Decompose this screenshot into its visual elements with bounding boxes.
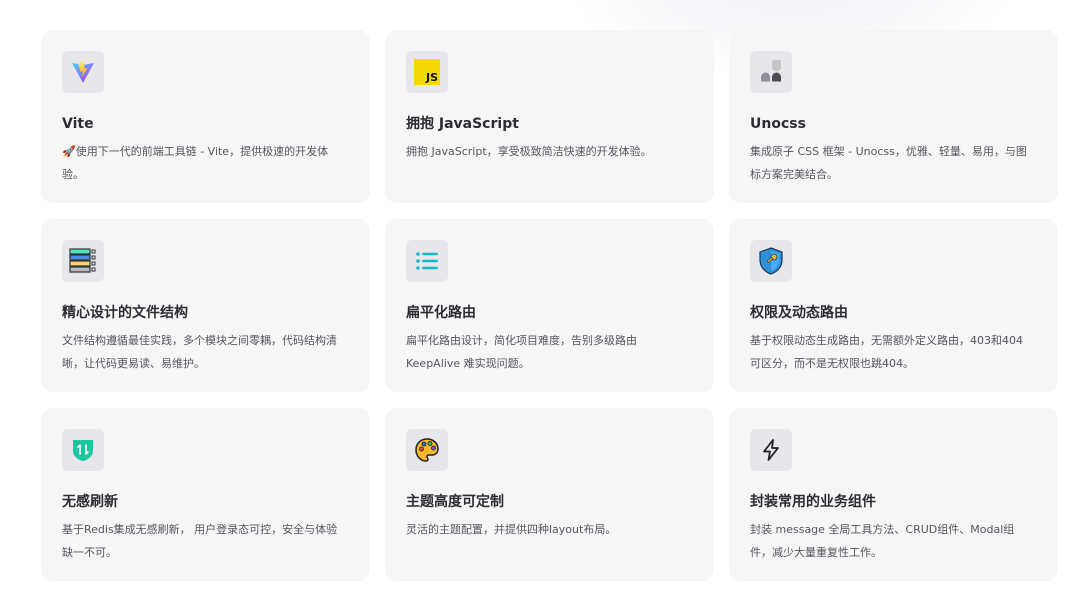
feature-title: 扁平化路由 — [406, 305, 476, 321]
js-badge: JS — [414, 59, 440, 85]
feature-description: 扁平化路由设计，简化项目难度，告别多级路由KeepAlive 难实现问题。 — [406, 334, 637, 370]
feature-description: 基于权限动态生成路由，无需额外定义路由，403和404可区分，而不是无权限也跳4… — [750, 334, 1023, 370]
feature-title: 拥抱 JavaScript — [406, 116, 519, 132]
feature-card-unocss: Unocss 集成原子 CSS 框架 - Unocss，优雅、轻量、易用，与图标… — [729, 30, 1058, 203]
feature-card-components: 封装常用的业务组件 封装 message 全局工具方法、CRUD组件、Modal… — [729, 408, 1058, 581]
feature-card-flat-routing: 扁平化路由 扁平化路由设计，简化项目难度，告别多级路由KeepAlive 难实现… — [385, 219, 714, 392]
feature-title: 精心设计的文件结构 — [62, 305, 188, 321]
vite-logo-icon — [62, 51, 104, 93]
feature-description: 🚀使用下一代的前端工具链 - Vite，提供极速的开发体验。 — [62, 145, 329, 181]
unocss-logo-icon — [750, 51, 792, 93]
lightning-icon — [750, 429, 792, 471]
list-icon — [406, 240, 448, 282]
shield-key-icon — [750, 240, 792, 282]
feature-description: 集成原子 CSS 框架 - Unocss，优雅、轻量、易用，与图标方案完美结合。 — [750, 145, 1027, 181]
feature-card-theme: 主题高度可定制 灵活的主题配置，并提供四种layout布局。 — [385, 408, 714, 581]
palette-icon — [406, 429, 448, 471]
feature-title: 无感刷新 — [62, 494, 118, 510]
feature-card-permission-routing: 权限及动态路由 基于权限动态生成路由，无需额外定义路由，403和404可区分，而… — [729, 219, 1058, 392]
feature-title: 主题高度可定制 — [406, 494, 504, 510]
refresh-shield-icon — [62, 429, 104, 471]
feature-description: 文件结构遵循最佳实践，多个模块之间零耦，代码结构清晰，让代码更易读、易维护。 — [62, 334, 337, 370]
feature-description: 拥抱 JavaScript，享受极致简洁快速的开发体验。 — [406, 145, 652, 158]
feature-card-silent-refresh: 无感刷新 基于Redis集成无感刷新， 用户登录态可控，安全与体验缺一不可。 — [41, 408, 370, 581]
feature-title: Vite — [62, 116, 94, 132]
feature-title: Unocss — [750, 116, 806, 132]
feature-title: 权限及动态路由 — [750, 305, 848, 321]
feature-card-file-structure: 精心设计的文件结构 文件结构遵循最佳实践，多个模块之间零耦，代码结构清晰，让代码… — [41, 219, 370, 392]
feature-description: 灵活的主题配置，并提供四种layout布局。 — [406, 523, 617, 536]
feature-card-vite: Vite 🚀使用下一代的前端工具链 - Vite，提供极速的开发体验。 — [41, 30, 370, 203]
file-structure-icon — [62, 240, 104, 282]
feature-description: 基于Redis集成无感刷新， 用户登录态可控，安全与体验缺一不可。 — [62, 523, 338, 559]
javascript-logo-icon: JS — [406, 51, 448, 93]
feature-grid: Vite 🚀使用下一代的前端工具链 - Vite，提供极速的开发体验。 JS 拥… — [41, 30, 1058, 581]
feature-description: 封装 message 全局工具方法、CRUD组件、Modal组件，减少大量重复性… — [750, 523, 1015, 559]
feature-card-javascript: JS 拥抱 JavaScript 拥抱 JavaScript，享受极致简洁快速的… — [385, 30, 714, 203]
feature-title: 封装常用的业务组件 — [750, 494, 876, 510]
